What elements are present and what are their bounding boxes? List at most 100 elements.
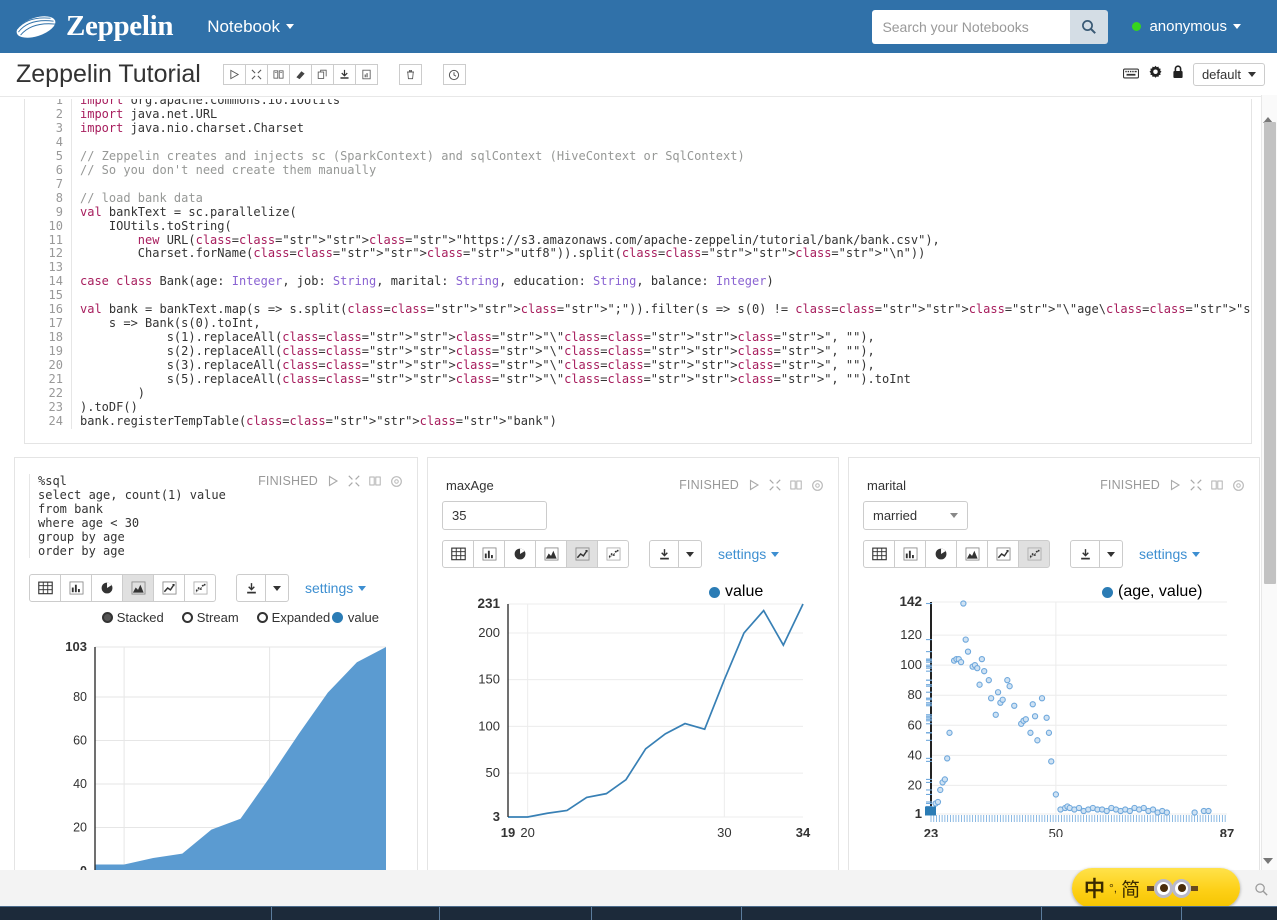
download-dropdown-button[interactable] — [265, 574, 289, 602]
run-paragraph-button[interactable] — [327, 475, 339, 487]
ime-script-label[interactable]: 简 — [1121, 875, 1140, 902]
line-chart-svg[interactable]: 35010015020023119203034 — [428, 574, 839, 837]
export-notebook-button[interactable] — [333, 64, 356, 85]
download-button[interactable] — [649, 540, 679, 568]
user-menu[interactable]: anonymous — [1132, 18, 1241, 35]
minion-goggles-icon[interactable] — [1147, 879, 1198, 898]
show-hide-editor-button[interactable] — [790, 479, 802, 491]
viz-line-button[interactable] — [566, 540, 598, 568]
viz-scatter-button[interactable] — [184, 574, 216, 602]
interpreter-binding-select[interactable]: default — [1193, 63, 1265, 86]
paragraph-settings-link[interactable]: settings — [718, 546, 779, 562]
scatter-chart-icon — [193, 581, 208, 595]
area-chart-svg[interactable]: 02040608010319202529 — [15, 625, 418, 880]
legend-series-dot — [709, 587, 720, 598]
paragraph-header: maxAge FINISHED — [428, 458, 838, 493]
paragraph-code[interactable]: %sql select age, count(1) value from ban… — [29, 474, 226, 558]
run-paragraph-button[interactable] — [1169, 479, 1181, 491]
clear-output-button[interactable] — [289, 64, 312, 85]
download-button[interactable] — [1070, 540, 1100, 568]
collapse-all-button[interactable] — [245, 64, 268, 85]
ime-punctuation-label[interactable]: °, — [1109, 881, 1117, 895]
paragraph-settings-link[interactable]: settings — [305, 580, 366, 596]
taskbar-item[interactable] — [440, 907, 592, 920]
viz-table-button[interactable] — [442, 540, 474, 568]
viz-scatter-button[interactable] — [597, 540, 629, 568]
ime-mode-label[interactable]: 中 — [1084, 873, 1105, 903]
viz-bar-button[interactable] — [60, 574, 92, 602]
paragraph-settings-button[interactable] — [390, 475, 403, 488]
legend-series-value[interactable]: value — [709, 583, 763, 601]
legend-mode-stacked[interactable]: Stacked — [102, 610, 164, 625]
viz-line-button[interactable] — [987, 540, 1019, 568]
import-note-button[interactable] — [355, 64, 378, 85]
download-button[interactable] — [236, 574, 266, 602]
paragraph-settings-button[interactable] — [1232, 479, 1245, 492]
scrollbar-thumb[interactable] — [1264, 122, 1276, 584]
marital-select[interactable]: married — [863, 501, 968, 530]
show-hide-editor-button[interactable] — [1211, 479, 1223, 491]
visualization-toolbar: settings — [849, 530, 1259, 568]
viz-bar-button[interactable] — [894, 540, 926, 568]
show-hide-editor-icon — [369, 475, 381, 487]
collapse-paragraph-button[interactable] — [1190, 479, 1202, 491]
show-hide-code-button[interactable] — [267, 64, 290, 85]
viz-pie-button[interactable] — [504, 540, 536, 568]
code-editor[interactable]: 1import org.apache.commons.io.IOUtils2im… — [25, 99, 1251, 429]
scatter-chart-svg[interactable]: 120406080100120142235087 — [849, 574, 1260, 837]
taskbar-item[interactable] — [1042, 907, 1182, 920]
viz-pie-button[interactable] — [925, 540, 957, 568]
chevron-down-icon[interactable] — [1263, 858, 1273, 864]
schedule-button[interactable] — [443, 64, 466, 85]
paragraph-settings-link[interactable]: settings — [1139, 546, 1200, 562]
legend-mode-expanded[interactable]: Expanded — [257, 610, 331, 625]
viz-table-button[interactable] — [863, 540, 895, 568]
code-paragraph[interactable]: 1import org.apache.commons.io.IOUtils2im… — [24, 99, 1252, 444]
viz-scatter-button[interactable] — [1018, 540, 1050, 568]
code-line: 18 s(1).replaceAll(class=class="str">"st… — [25, 331, 1251, 345]
legend-mode-stream[interactable]: Stream — [182, 610, 239, 625]
radio-unselected-icon — [257, 612, 268, 623]
page-scrollbar[interactable] — [1261, 95, 1277, 898]
taskbar-item[interactable] — [742, 907, 1042, 920]
viz-area-button[interactable] — [956, 540, 988, 568]
legend-mode-label: Stream — [197, 610, 239, 625]
search-input[interactable] — [872, 10, 1070, 44]
paragraph-marital-scatter: marital FINISHED — [848, 457, 1260, 894]
run-paragraph-button[interactable] — [748, 479, 760, 491]
viz-area-button[interactable] — [535, 540, 567, 568]
code-line-text: s(2).replaceAll(class=class="str">"str" — [80, 345, 448, 359]
legend-series-value[interactable]: (age, value) — [1102, 583, 1203, 601]
viz-area-button[interactable] — [122, 574, 154, 602]
nav-notebook-menu[interactable]: Notebook — [207, 17, 294, 37]
show-hide-editor-button[interactable] — [369, 475, 381, 487]
viz-line-button[interactable] — [153, 574, 185, 602]
viz-pie-button[interactable] — [91, 574, 123, 602]
clone-notebook-button[interactable] — [311, 64, 334, 85]
viz-bar-button[interactable] — [473, 540, 505, 568]
download-dropdown-button[interactable] — [678, 540, 702, 568]
viz-table-button[interactable] — [29, 574, 61, 602]
taskbar-item[interactable] — [272, 907, 440, 920]
code-line-text: bank.registerTempTable(class=class="str"… — [80, 415, 412, 429]
svg-text:19: 19 — [501, 825, 515, 837]
ime-floating-widget[interactable]: 中 °, 简 — [1072, 868, 1240, 908]
collapse-paragraph-button[interactable] — [348, 475, 360, 487]
notebook-settings-button[interactable] — [1148, 65, 1163, 85]
brand[interactable]: Zeppelin — [14, 10, 173, 43]
download-dropdown-button[interactable] — [1099, 540, 1123, 568]
paragraph-settings-button[interactable] — [811, 479, 824, 492]
legend-series-value[interactable]: value — [332, 610, 379, 625]
notebook-permissions-button[interactable] — [1172, 65, 1184, 84]
taskbar-item[interactable] — [0, 907, 272, 920]
code-line: 7 — [25, 178, 1251, 192]
run-all-button[interactable] — [223, 64, 246, 85]
search-button[interactable] — [1070, 10, 1108, 44]
collapse-paragraph-button[interactable] — [769, 479, 781, 491]
bottom-search-button[interactable] — [1254, 882, 1269, 902]
maxage-input[interactable] — [442, 501, 547, 530]
taskbar-item[interactable] — [592, 907, 742, 920]
keyboard-shortcuts-button[interactable] — [1123, 66, 1139, 84]
os-taskbar[interactable] — [0, 906, 1277, 920]
delete-notebook-button[interactable] — [399, 64, 422, 85]
